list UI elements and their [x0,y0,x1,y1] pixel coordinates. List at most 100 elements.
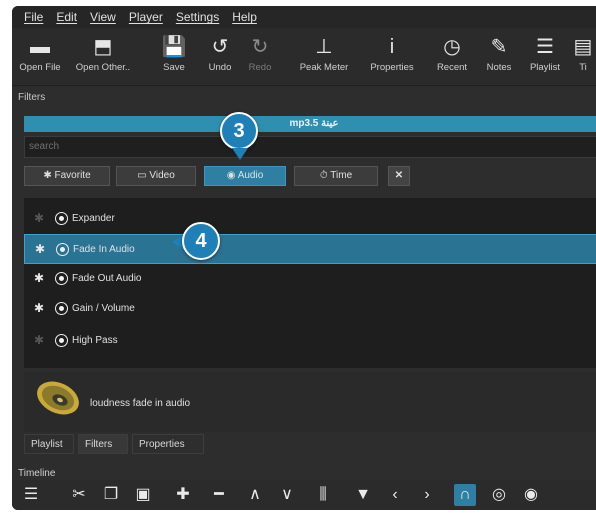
list-icon: ☰ [536,36,554,58]
open-file-label: Open File [19,62,61,73]
filter-item-fade-in-audio[interactable]: ✱ Fade In Audio [24,234,596,264]
favorite-star-icon[interactable]: ✱ [34,333,44,347]
tab-favorite-label: Favorite [54,170,91,181]
add-icon[interactable]: ✚ [172,484,194,506]
menu-settings[interactable]: Settings [176,10,219,24]
filter-search-input[interactable]: search [24,136,596,158]
menu-icon[interactable]: ☰ [20,484,42,506]
speaker-icon [37,381,79,415]
clock-icon: ◷ [443,36,461,58]
favorite-star-icon[interactable]: ✱ [35,242,45,256]
cut-icon[interactable]: ✂ [68,484,90,506]
snap-magnet-icon[interactable]: ∩ [454,484,476,506]
copy-icon[interactable]: ❐ [100,484,122,506]
current-clip-bar: mp3.5 عينة [24,116,596,132]
redo-label: Redo [248,62,272,73]
tab-properties[interactable]: Properties [132,434,204,454]
filters-panel-title: Filters [18,92,46,103]
audio-filter-icon [56,273,67,284]
menu-help[interactable]: Help [232,10,257,24]
favorite-star-icon[interactable]: ✱ [34,211,44,225]
menu-view[interactable]: View [90,10,116,24]
timeline-label: Ti [579,62,587,73]
properties-button[interactable]: i Properties [364,32,420,73]
timeline-button[interactable]: ▤ Ti [572,32,594,73]
main-toolbar: ▬ Open File ⬒ Open Other.. 💾 Save ↺ Undo… [12,28,596,86]
peak-meter-button[interactable]: ⊥ Peak Meter [294,32,354,73]
recent-label: Recent [436,62,468,73]
favorite-star-icon[interactable]: ✱ [34,271,44,285]
filter-item-label: High Pass [72,335,118,346]
filter-item-gain-volume[interactable]: ✱ Gain / Volume [24,294,596,324]
undo-button[interactable]: ↺ Undo [204,32,236,73]
audio-filter-icon [56,335,67,346]
close-icon: ✕ [394,170,404,181]
callout-badge-3: 3 [220,112,258,150]
stopwatch-icon: ⏱ [319,170,328,181]
tab-audio[interactable]: ◉ Audio [204,166,286,186]
tab-favorite[interactable]: ✱ Favorite [24,166,110,186]
properties-label: Properties [370,62,414,73]
timeline-toolbar: ☰ ✂ ❐ ▣ ✚ ━ ∧ ∨ ⫼ ▼ ‹ › ∩ ◎ ◉ [12,480,596,510]
filter-item-label: Expander [72,213,115,224]
tab-time-label: Time [330,170,353,181]
menu-file[interactable]: File [24,10,43,24]
star-icon: ✱ [43,170,52,181]
info-icon: i [389,36,395,58]
tab-time[interactable]: ⏱ Time [294,166,378,186]
filter-item-high-pass[interactable]: ✱ High Pass [24,326,596,356]
menu-player[interactable]: Player [129,10,163,24]
redo-button[interactable]: ↻ Redo [244,32,276,73]
ripple-icon[interactable]: ◎ [488,484,510,506]
favorite-star-icon[interactable]: ✱ [34,301,44,315]
scrub-icon[interactable]: ◉ [520,484,542,506]
tab-video-label: Video [149,170,175,181]
recent-button[interactable]: ◷ Recent [430,32,474,73]
close-filter-panel-button[interactable]: ✕ [388,166,410,186]
filter-item-expander[interactable]: ✱ Expander [24,204,596,234]
callout-badge-4: 4 [182,222,220,260]
tab-playlist[interactable]: Playlist [24,434,74,454]
tab-filters[interactable]: Filters [78,434,128,454]
open-other-icon: ⬒ [93,36,113,58]
audio-filter-icon [56,303,67,314]
save-button[interactable]: 💾 Save [158,32,190,73]
playlist-button[interactable]: ☰ Playlist [524,32,566,73]
notes-button[interactable]: ✎ Notes [480,32,518,73]
save-icon: 💾 [161,36,187,58]
tab-audio-label: Audio [237,170,264,181]
timeline-panel-title: Timeline [18,468,56,479]
overwrite-icon[interactable]: ∨ [276,484,298,506]
peak-meter-icon: ⊥ [315,36,333,58]
filter-item-label: Fade Out Audio [72,273,142,284]
lift-icon[interactable]: ∧ [244,484,266,506]
open-file-button[interactable]: ▬ Open File [14,32,66,73]
filter-description-text: loudness fade in audio [90,398,191,409]
filter-item-label: Fade In Audio [73,244,135,255]
audio-icon: ◉ [226,170,236,181]
playlist-label: Playlist [529,62,561,73]
monitor-icon: ▭ [137,170,147,181]
open-other-label: Open Other.. [75,62,131,73]
redo-icon: ↻ [251,36,269,58]
timeline-icon: ▤ [573,36,593,58]
save-label: Save [163,62,185,73]
filter-item-label: Gain / Volume [72,303,135,314]
menu-edit[interactable]: Edit [56,10,77,24]
next-marker-icon[interactable]: › [416,484,438,506]
remove-icon[interactable]: ━ [208,484,230,506]
peak-meter-label: Peak Meter [299,62,349,73]
marker-icon[interactable]: ▼ [352,484,374,506]
audio-filter-icon [57,244,68,255]
folder-icon: ▬ [30,36,50,58]
menu-bar: File Edit View Player Settings Help [12,6,596,28]
filter-list: ✱ Expander ✱ Fade In Audio ✱ Fade Out Au… [24,198,596,368]
filter-item-fade-out-audio[interactable]: ✱ Fade Out Audio [24,264,596,294]
callout-3-pointer [232,148,248,160]
paste-icon[interactable]: ▣ [132,484,154,506]
open-other-button[interactable]: ⬒ Open Other.. [72,32,134,73]
split-icon[interactable]: ⫼ [312,484,334,506]
filter-description-area: loudness fade in audio [24,372,596,432]
tab-video[interactable]: ▭ Video [116,166,196,186]
prev-marker-icon[interactable]: ‹ [384,484,406,506]
